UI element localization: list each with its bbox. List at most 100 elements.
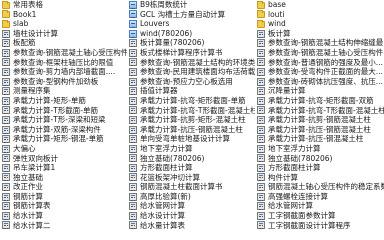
file-item[interactable]: 给水计算二 — [0, 221, 127, 231]
file-item[interactable]: 承载力计算-抗剪-钢筋混凝土柱 — [255, 115, 384, 125]
file-item[interactable]: 给水管网计算 — [127, 201, 255, 211]
file-item[interactable]: 承载力计算-抗弯-矩形截面-单筋 — [127, 96, 255, 106]
file-item[interactable]: 给水计算 — [0, 211, 127, 221]
file-item[interactable]: 常用表格 — [0, 0, 127, 10]
file-item[interactable]: 承载力计算-双筋-深梁构件 — [0, 125, 127, 135]
file-item[interactable]: 参数查询-砖砌体抗压强度、抗压... — [255, 77, 384, 87]
file-item[interactable]: 参数查询-受弯构件正截面的最大... — [255, 67, 384, 77]
file-item[interactable]: 参数查询-型钢构件加劲板 — [0, 77, 127, 87]
file-item[interactable]: B9栋周数统计 — [127, 0, 255, 10]
calc-icon — [129, 115, 137, 124]
file-item[interactable]: 参数查询-钢筋混凝土结构伸缩缝最... — [255, 38, 384, 48]
file-item[interactable]: 参数查询-框架柱轴压比的限值 — [0, 58, 127, 68]
file-item[interactable]: 构件计算 — [255, 173, 384, 183]
file-item[interactable]: 承载力计算-T形-深梁和短梁 — [0, 115, 127, 125]
file-item[interactable]: 插值计算器 — [127, 86, 255, 96]
file-item[interactable]: 钢筋混凝土轴心受压构件的稳定系数 — [255, 182, 384, 192]
file-item-label: 参数查询-钢筋混凝土结构伸缩缝最... — [268, 38, 384, 48]
file-item[interactable]: 沉降量计算 — [255, 86, 384, 96]
calc-icon — [129, 125, 137, 134]
calc-icon — [2, 144, 10, 153]
file-item-label: 承载力计算-抗弯-矩形截面-单筋 — [140, 95, 246, 105]
file-item[interactable]: 参数查询-钢筋混凝土轴心受压构件... — [255, 48, 384, 58]
calc-icon — [257, 87, 265, 96]
calc-icon — [2, 96, 10, 105]
file-item[interactable]: 改正作业 — [0, 182, 127, 192]
file-item[interactable]: 承载力计算-抗弯-矩形截面-双筋 — [255, 96, 384, 106]
file-item-label: 花篮板架冲切计算 — [140, 172, 200, 182]
file-item-label: 承载力计算-矩形-单筋 — [13, 95, 86, 105]
file-item[interactable]: 板计算量(780206) — [127, 38, 255, 48]
file-item[interactable]: 钢筋计算 — [0, 192, 127, 202]
file-item[interactable]: 承载力计算-抗弯-T形截面-混凝土柱 — [255, 106, 384, 116]
file-item[interactable]: 参数查询-民用建筑楼面均布活荷载 — [127, 67, 255, 77]
calc-icon — [129, 96, 137, 105]
file-item[interactable]: 承载力计算-抗剪-矩形-混凝土柱 — [127, 115, 255, 125]
file-item[interactable]: 高强螺栓连接计算 — [255, 192, 384, 202]
file-item[interactable]: 花篮板架冲切计算 — [127, 173, 255, 183]
file-item[interactable]: 板计算 — [255, 29, 384, 39]
file-item[interactable]: 地下室浮力计算 — [127, 144, 255, 154]
file-item[interactable]: 承载力计算-抗压-钢筋混凝土柱 — [127, 125, 255, 135]
file-item[interactable]: 方形截面柱计算 — [127, 163, 255, 173]
file-item[interactable]: 承载力计算-抗弯-T形截面-混凝土柱 — [127, 106, 255, 116]
file-item[interactable]: 参数查询-钢筋混凝土轴心受压构件... — [0, 48, 127, 58]
file-item[interactable]: 单向受弯单桩地基设计计算 — [127, 134, 255, 144]
calc-icon — [257, 67, 265, 76]
file-item[interactable]: Louvers — [127, 19, 255, 29]
file-item[interactable]: 弹性双向板计 — [0, 154, 127, 164]
file-item[interactable]: 承载力计算-抗压-钢混凝土柱 — [255, 134, 384, 144]
calc-icon — [2, 173, 10, 182]
file-item-label: 参数查询-框架柱轴压比的限值 — [13, 57, 114, 67]
file-item[interactable]: 参数查询-预应力空心板选用 — [127, 77, 255, 87]
file-item[interactable]: 工字钢截面参数计算 — [255, 211, 384, 221]
calc-icon — [257, 192, 265, 201]
file-item[interactable]: wind — [255, 19, 384, 29]
file-item[interactable]: 参数查询-普通钢筋的强度及最小... — [255, 58, 384, 68]
file-column-3: base louti wind 板计算 参数查询-钢筋混凝土结构伸缩缝最... 参数查询-… — [255, 0, 384, 240]
file-item-label: 板式楼梯计算程序计算书 — [140, 47, 223, 57]
file-item-label: wind(780206) — [140, 28, 193, 38]
file-item[interactable]: 独立基础 — [0, 173, 127, 183]
file-item[interactable]: 给水管网计算 — [255, 201, 384, 211]
file-item[interactable]: Book1 — [0, 10, 127, 20]
file-item[interactable]: GCL 沟槽土方量自动计算 — [127, 10, 255, 20]
file-item[interactable]: louti — [255, 10, 384, 20]
file-item[interactable]: 独立基础(780206) — [127, 154, 255, 164]
file-item-label: 弹性双向板计 — [13, 153, 58, 163]
file-item-label: 承载力计算-矩形-钢混-单筋 — [13, 134, 104, 144]
file-item[interactable]: 板式楼梯计算程序计算书 — [127, 48, 255, 58]
file-item-label: 高厚比验算(新) — [140, 191, 191, 201]
file-item[interactable]: 地下室浮力计算 — [255, 144, 384, 154]
file-item[interactable]: 承载力计算-矩形-单筋 — [0, 96, 127, 106]
file-item[interactable]: 给水量计算表 — [127, 221, 255, 231]
file-item[interactable]: base — [255, 0, 384, 10]
file-item[interactable]: 参数查询-钢筋混凝土结构的环境类别 — [127, 58, 255, 68]
file-item[interactable]: wind(780206) — [127, 29, 255, 39]
file-item[interactable]: 承载力计算-抗压-钢筋混凝土柱 — [255, 125, 384, 135]
file-item[interactable]: 钢筋混凝土柱截面计算书 — [127, 182, 255, 192]
file-item[interactable]: 工字钢截面设计计算程序 — [255, 221, 384, 231]
calc-icon — [257, 163, 265, 172]
file-item-label: 独立基础 — [13, 172, 43, 182]
file-item[interactable]: 给水设计计算 — [127, 211, 255, 221]
file-item[interactable]: 墙柱设计计算 — [0, 29, 127, 39]
file-item[interactable]: 方形截面柱计算 — [255, 163, 384, 173]
app-icon — [129, 29, 137, 38]
file-item[interactable]: 大偏心 — [0, 144, 127, 154]
file-item-label: 承载力计算-抗弯-T形截面-混凝土柱 — [268, 105, 384, 115]
file-item-label: 大偏心 — [13, 143, 36, 153]
calc-icon — [129, 58, 137, 67]
file-item[interactable]: 吊车梁计算1 — [0, 163, 127, 173]
file-item[interactable]: 测量程序集 — [0, 86, 127, 96]
file-item[interactable]: 钢筋计算表 — [0, 201, 127, 211]
file-item[interactable]: 高厚比验算(新) — [127, 192, 255, 202]
file-item[interactable]: 独立基础(780206) — [255, 154, 384, 164]
file-item[interactable]: slab — [0, 19, 127, 29]
file-item[interactable]: 承载力计算-T形截面-单筋 — [0, 106, 127, 116]
file-item[interactable]: 板配筋 — [0, 38, 127, 48]
file-item[interactable]: 承载力计算-矩形-钢混-单筋 — [0, 134, 127, 144]
file-item[interactable]: 参数查询-剪力墙内部墙截面.... — [0, 67, 127, 77]
file-item-label: 参数查询-民用建筑楼面均布活荷载 — [140, 67, 255, 77]
calc-icon — [129, 221, 137, 230]
